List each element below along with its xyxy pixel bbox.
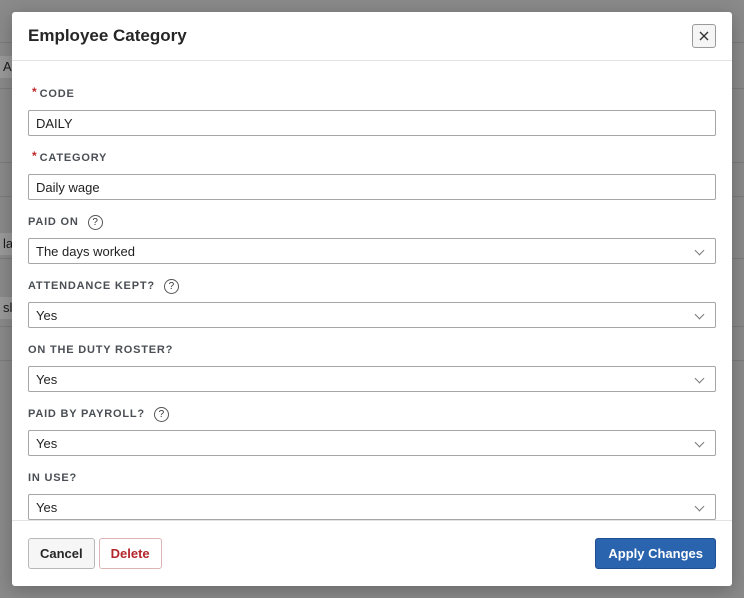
paid-by-payroll-select[interactable]: Yes [28,430,716,456]
apply-changes-button[interactable]: Apply Changes [595,538,716,569]
code-field-group: * CODE DAILY [28,85,716,136]
help-icon[interactable]: ? [153,406,169,422]
in-use-select[interactable]: Yes [28,494,716,520]
in-use-label: IN USE? [28,472,77,484]
paid-on-field-group: PAID ON ? The days worked [28,213,716,264]
close-icon [699,31,709,41]
dialog-body: * CODE DAILY * CATEGORY Daily wage PAID … [12,61,732,520]
chevron-down-icon [694,245,705,256]
code-label: CODE [39,88,75,100]
category-label: CATEGORY [39,152,108,164]
in-use-field-group: IN USE? Yes [28,469,716,520]
delete-button[interactable]: Delete [98,538,162,569]
required-marker: * [32,149,37,163]
chevron-down-icon [694,437,705,448]
paid-on-value: The days worked [36,243,135,259]
required-marker: * [32,85,37,99]
paid-by-payroll-field-group: PAID BY PAYROLL? ? Yes [28,405,716,456]
code-input[interactable]: DAILY [28,110,716,136]
close-button[interactable] [692,24,716,48]
dialog-title: Employee Category [28,26,187,45]
attendance-kept-value: Yes [36,307,58,323]
paid-on-select[interactable]: The days worked [28,238,716,264]
in-use-value: Yes [36,499,58,515]
employee-category-dialog: Employee Category * CODE DAILY * CATEGOR… [12,12,732,586]
paid-by-payroll-value: Yes [36,435,58,451]
cancel-button[interactable]: Cancel [28,538,95,569]
duty-roster-select[interactable]: Yes [28,366,716,392]
duty-roster-field-group: ON THE DUTY ROSTER? Yes [28,341,716,392]
chevron-down-icon [694,309,705,320]
duty-roster-label: ON THE DUTY ROSTER? [28,344,174,356]
attendance-kept-select[interactable]: Yes [28,302,716,328]
chevron-down-icon [694,373,705,384]
help-icon[interactable]: ? [87,214,103,230]
paid-by-payroll-label: PAID BY PAYROLL? [28,408,145,420]
category-input[interactable]: Daily wage [28,174,716,200]
help-icon[interactable]: ? [163,278,179,294]
dialog-footer: Cancel Delete Apply Changes [12,520,732,586]
category-field-group: * CATEGORY Daily wage [28,149,716,200]
attendance-kept-field-group: ATTENDANCE KEPT? ? Yes [28,277,716,328]
attendance-kept-label: ATTENDANCE KEPT? [28,280,155,292]
dialog-header: Employee Category [12,12,732,61]
paid-on-label: PAID ON [28,216,79,228]
duty-roster-value: Yes [36,371,58,387]
chevron-down-icon [694,501,705,512]
